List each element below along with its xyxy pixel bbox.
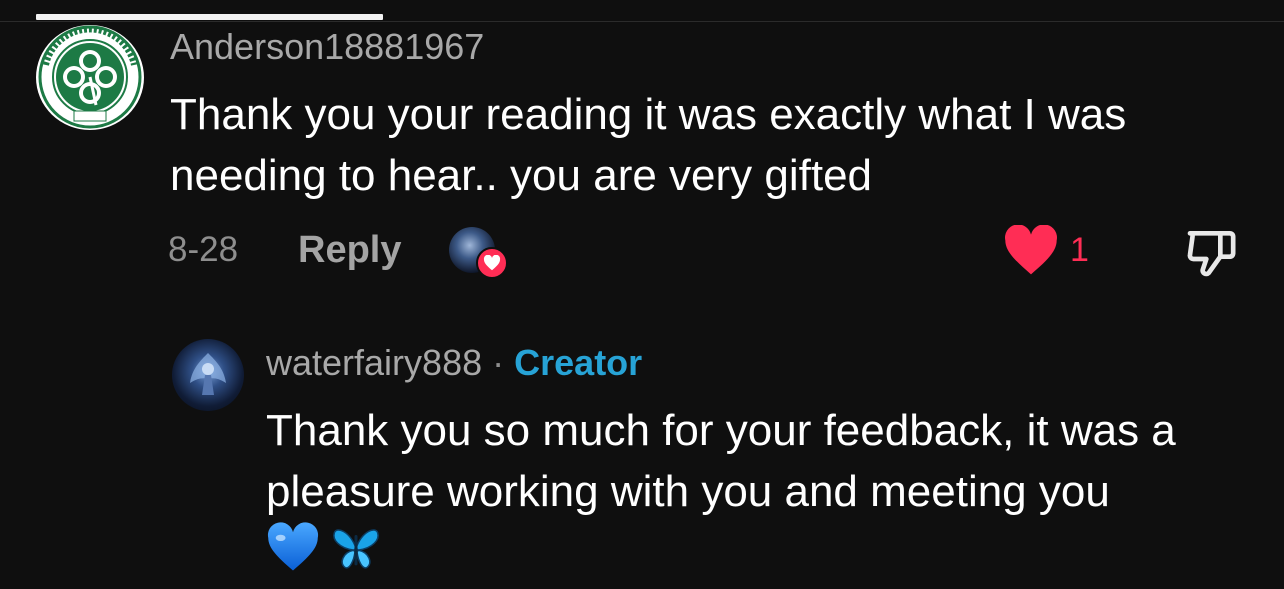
reply-avatar[interactable] <box>172 339 244 411</box>
fairy-avatar-icon <box>190 353 226 395</box>
blue-heart-icon <box>267 522 319 571</box>
like-button[interactable] <box>1003 224 1059 277</box>
thumbs-down-icon <box>1187 231 1236 277</box>
comment-text-line-1: Thank you your reading it was exactly wh… <box>170 90 1127 139</box>
comment-username[interactable]: Anderson18881967 <box>170 26 484 68</box>
creator-badge: Creator <box>514 342 643 383</box>
butterfly-icon <box>333 529 379 569</box>
heart-icon <box>476 247 508 279</box>
reply-text-line-1: Thank you so much for your feedback, it … <box>266 406 1176 455</box>
like-count: 1 <box>1070 231 1089 269</box>
reply-emoji-row <box>266 522 382 578</box>
dislike-button[interactable] <box>1183 224 1239 280</box>
top-divider <box>0 21 1284 22</box>
separator-dot: · <box>492 342 505 383</box>
reply-button[interactable]: Reply <box>298 229 401 272</box>
liked-by-creator-badge <box>449 227 508 279</box>
reply-text-line-2: pleasure working with you and meeting yo… <box>266 467 1110 516</box>
avatar[interactable] <box>36 25 144 130</box>
comment-date: 8-28 <box>168 230 239 269</box>
reply-username-row: waterfairy888 · Creator <box>266 342 642 384</box>
celtic-crest-icon <box>38 25 142 129</box>
reply-username[interactable]: waterfairy888 <box>266 342 482 383</box>
comment-text-line-2: needing to hear.. you are very gifted <box>170 151 873 200</box>
active-tab-indicator <box>36 14 383 20</box>
heart-icon <box>1005 224 1057 275</box>
